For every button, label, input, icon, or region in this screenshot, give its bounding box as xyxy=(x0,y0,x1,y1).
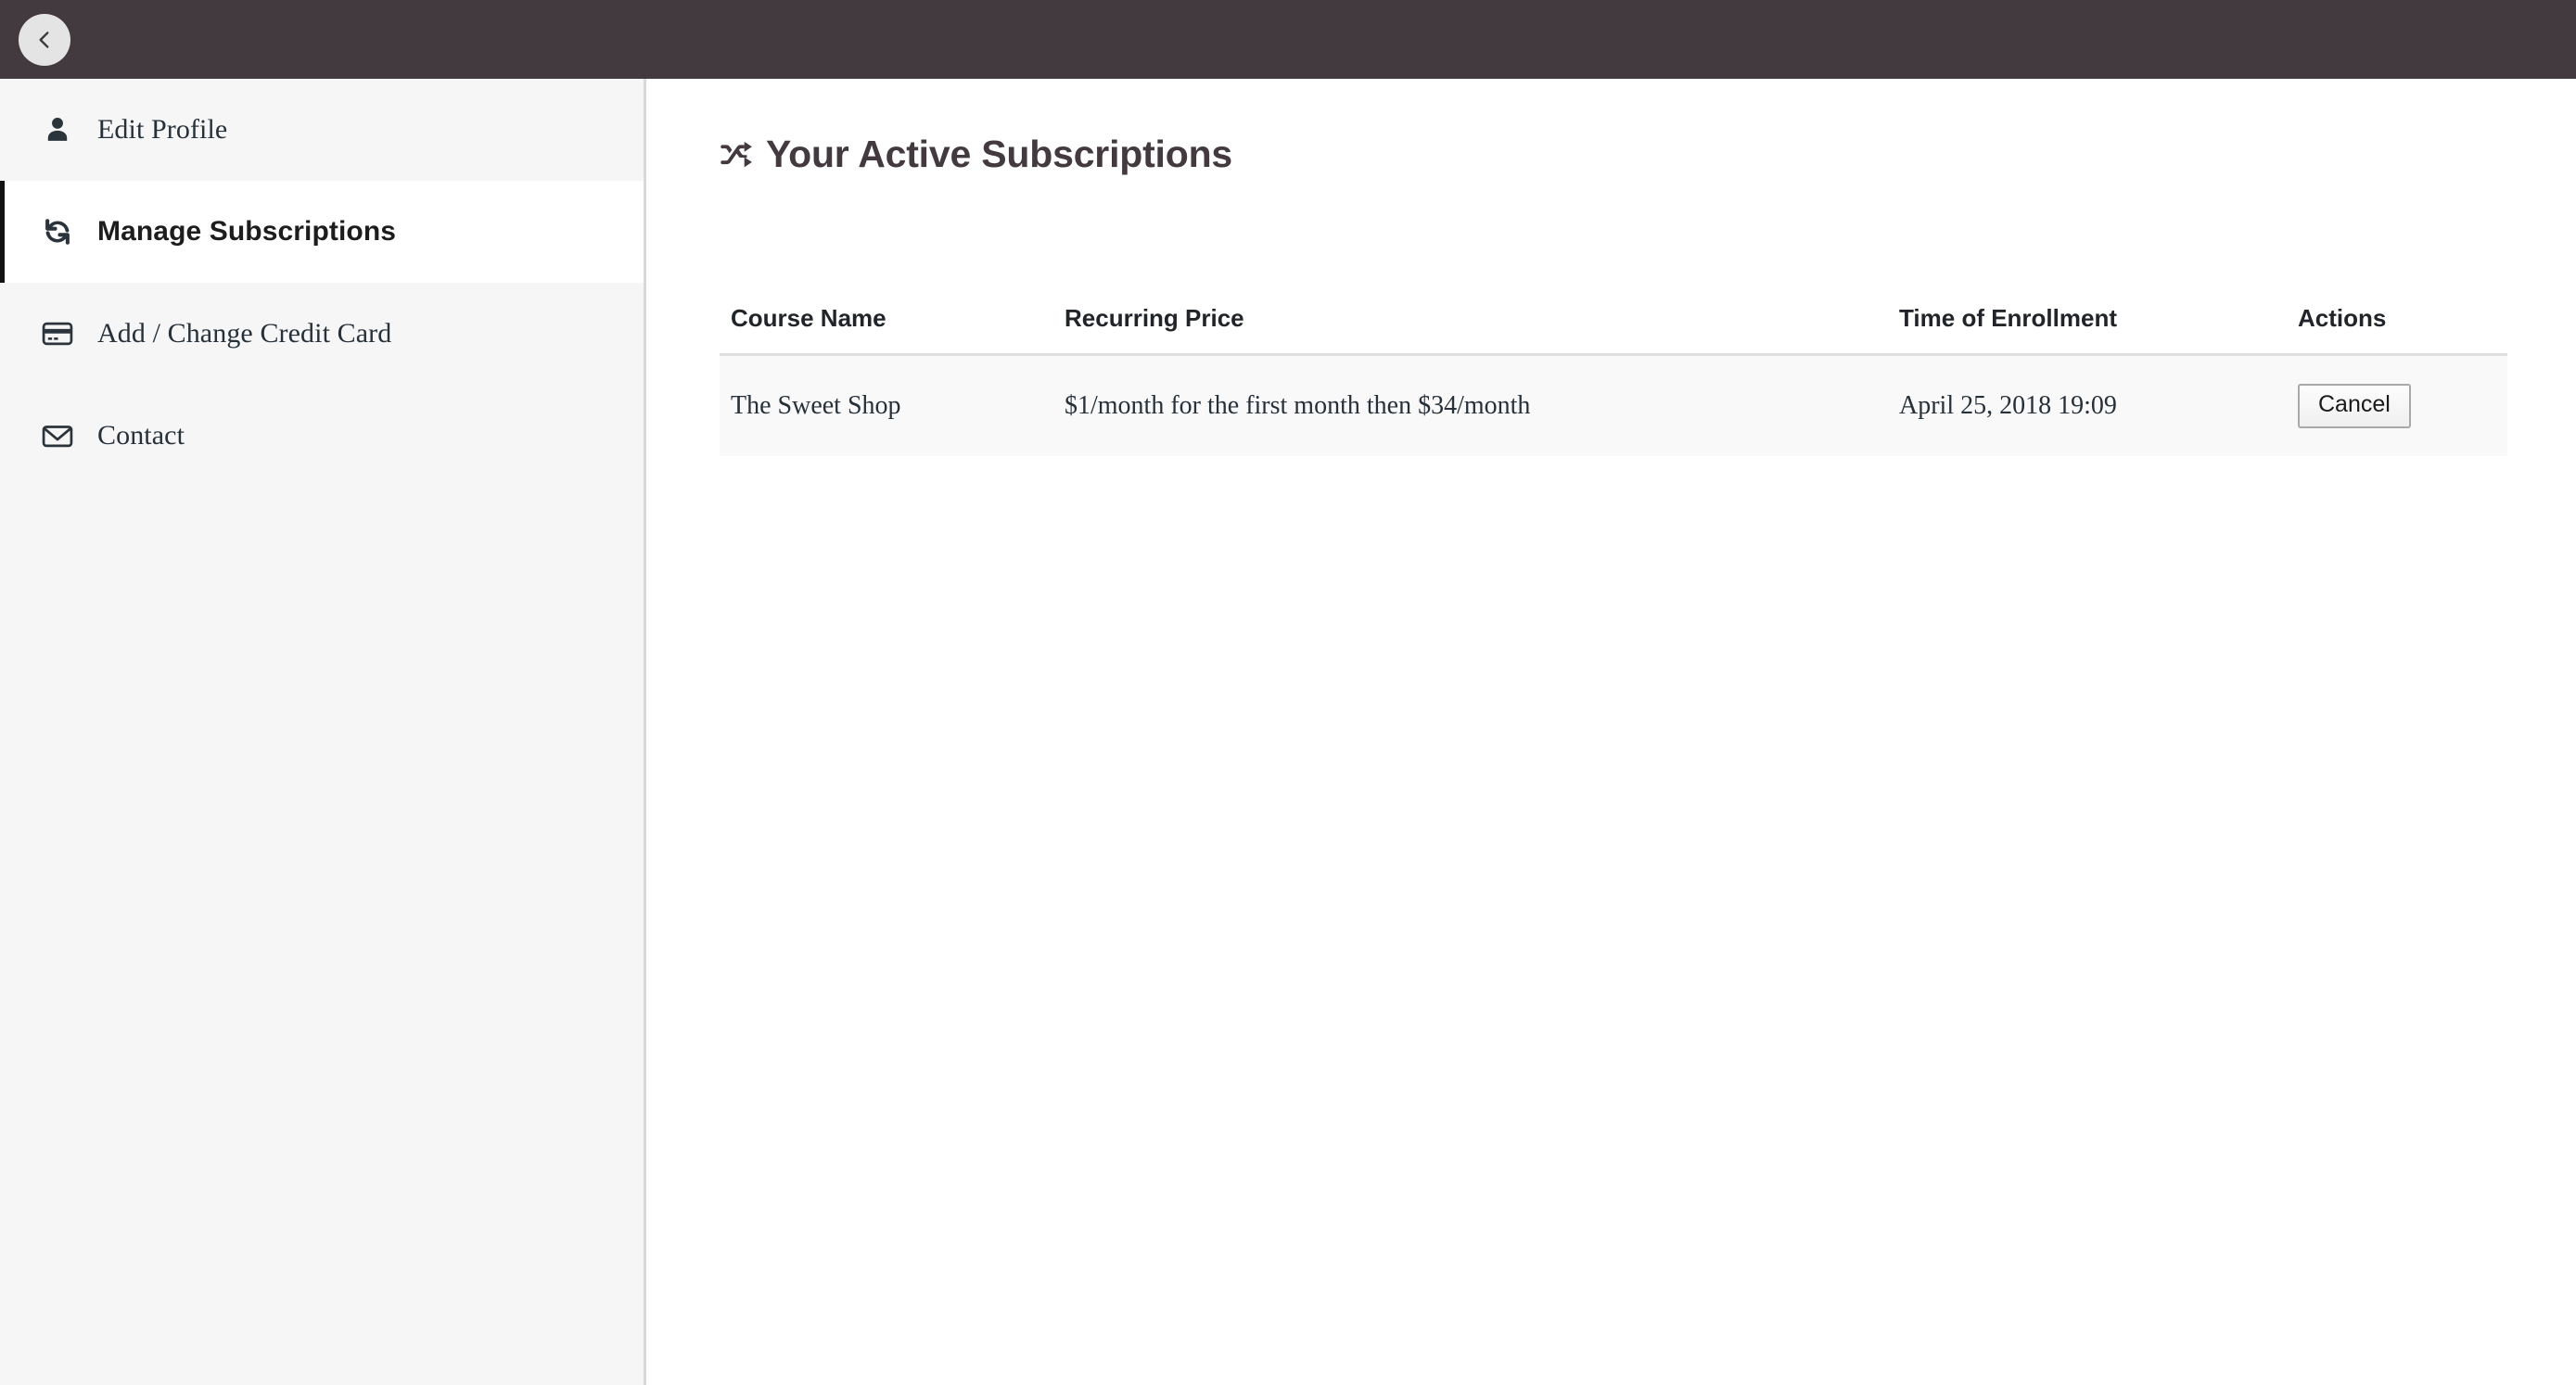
sidebar-item-label: Add / Change Credit Card xyxy=(97,318,392,349)
column-header-recurring-price: Recurring Price xyxy=(1053,304,1888,356)
cancel-subscription-button[interactable]: Cancel xyxy=(2298,384,2411,428)
cell-time-of-enrollment: April 25, 2018 19:09 xyxy=(1888,354,2287,456)
sidebar-item-manage-subscriptions[interactable]: Manage Subscriptions xyxy=(0,181,644,283)
sidebar-item-add-change-credit-card[interactable]: Add / Change Credit Card xyxy=(0,283,644,385)
main-content: Your Active Subscriptions Course Name Re… xyxy=(649,79,2576,1385)
table-head: Course Name Recurring Price Time of Enro… xyxy=(720,304,2507,356)
column-header-time-of-enrollment: Time of Enrollment xyxy=(1888,304,2287,356)
cell-recurring-price: $1/month for the first month then $34/mo… xyxy=(1053,354,1888,456)
sidebar-item-label: Edit Profile xyxy=(97,114,228,145)
column-header-course-name: Course Name xyxy=(720,304,1053,356)
envelope-icon xyxy=(34,413,81,459)
top-header-bar xyxy=(0,0,2576,79)
table-header-row: Course Name Recurring Price Time of Enro… xyxy=(720,304,2507,356)
table-row: The Sweet Shop $1/month for the first mo… xyxy=(720,354,2507,456)
sidebar-item-edit-profile[interactable]: Edit Profile xyxy=(0,79,644,181)
credit-card-icon xyxy=(34,311,81,357)
column-header-actions: Actions xyxy=(2287,304,2507,356)
sync-icon xyxy=(34,209,81,255)
cell-actions: Cancel xyxy=(2287,354,2507,456)
page-title: Your Active Subscriptions xyxy=(720,133,1232,176)
subscriptions-table: Course Name Recurring Price Time of Enro… xyxy=(720,304,2507,456)
back-button[interactable] xyxy=(19,14,70,66)
user-icon xyxy=(34,107,81,153)
sidebar-item-label: Manage Subscriptions xyxy=(97,216,397,247)
sidebar-item-label: Contact xyxy=(97,420,185,451)
sidebar: Edit Profile Manage Subscriptions Add / … xyxy=(0,79,646,1385)
table-body: The Sweet Shop $1/month for the first mo… xyxy=(720,354,2507,456)
chevron-left-icon xyxy=(32,28,57,52)
cell-course-name: The Sweet Shop xyxy=(720,354,1053,456)
page-title-text: Your Active Subscriptions xyxy=(766,133,1233,175)
shuffle-icon xyxy=(720,141,753,169)
sidebar-item-contact[interactable]: Contact xyxy=(0,385,644,487)
